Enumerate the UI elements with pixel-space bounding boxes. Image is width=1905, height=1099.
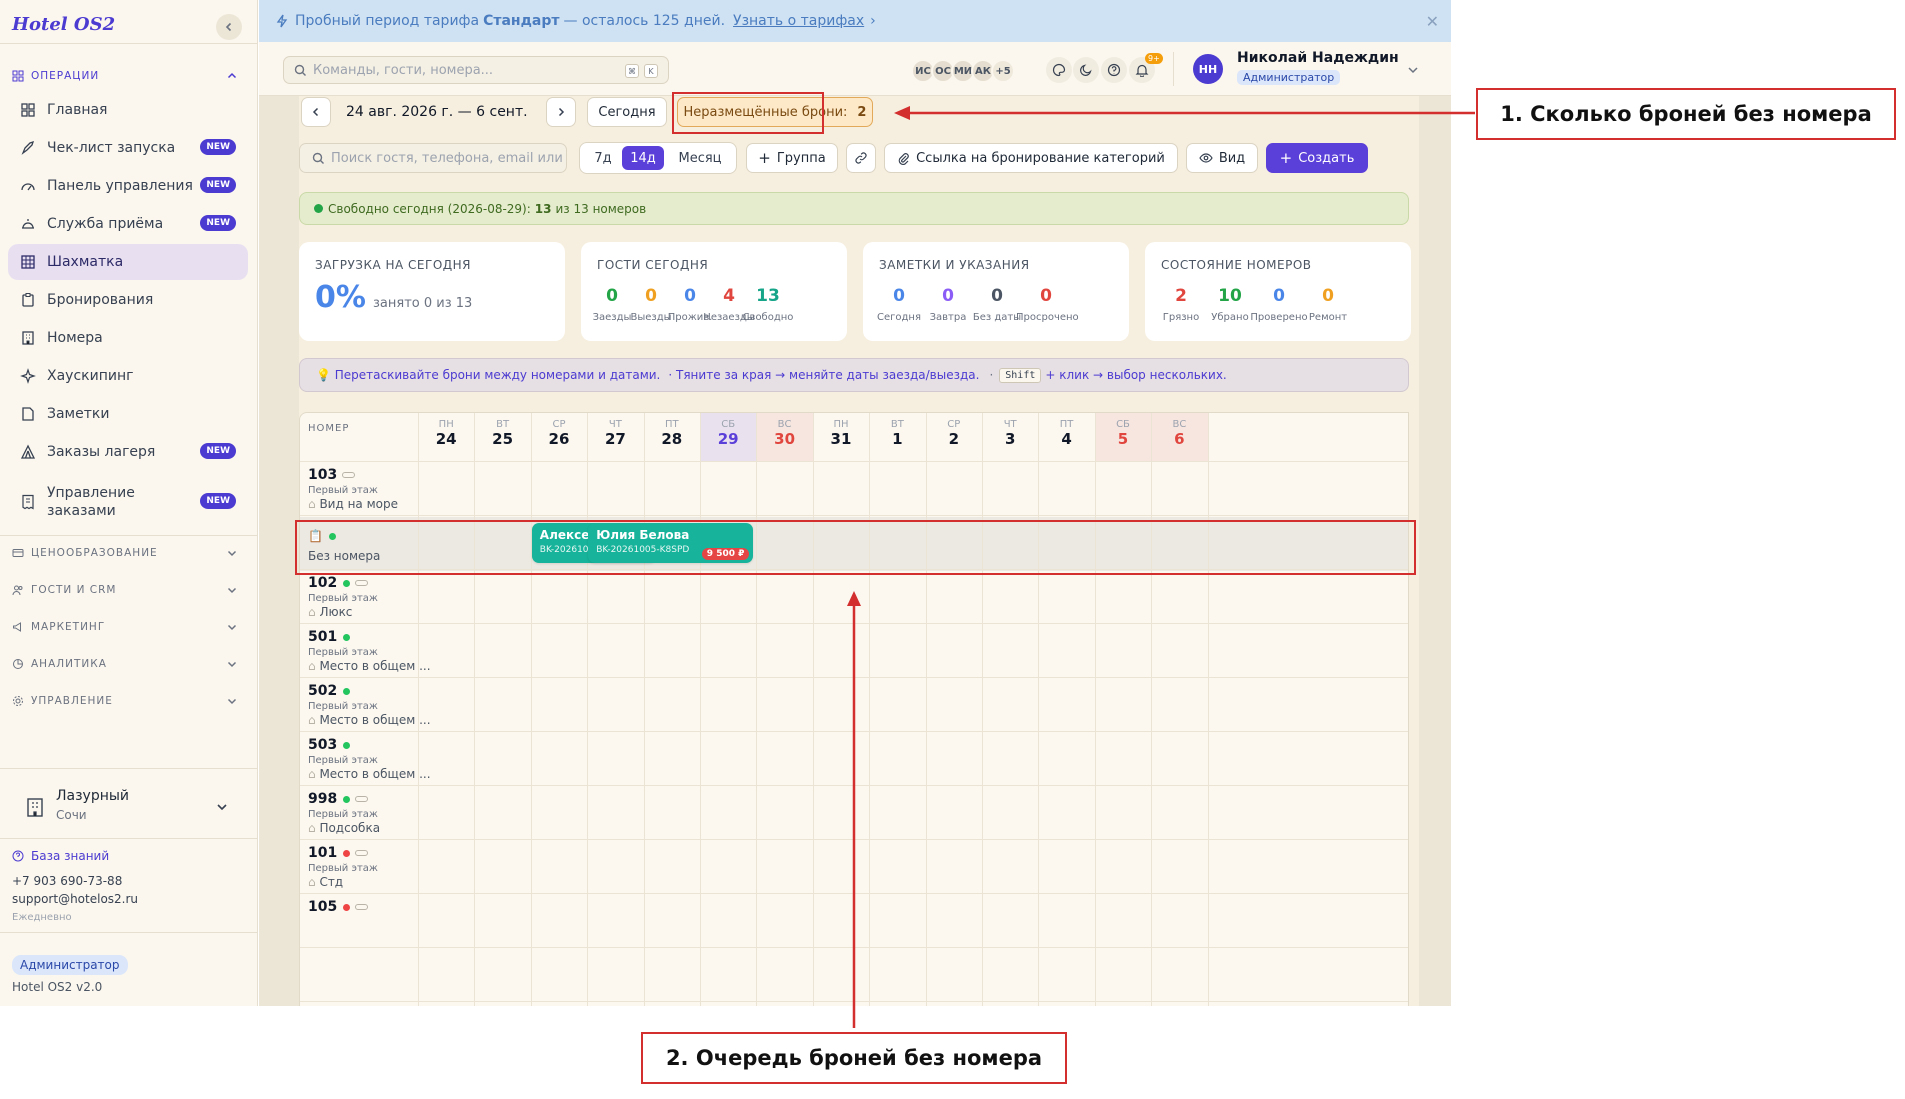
booking-card[interactable]: Юлия Белова BK-20261005-K8SPD 9 500 ₽ xyxy=(588,523,754,563)
callout-unplaced-count: 1. Сколько броней без номера xyxy=(1476,88,1896,140)
booking-code: BK-2026100 xyxy=(539,545,595,555)
booking-code: BK-20261005-K8SPD xyxy=(596,545,690,555)
callout-unassigned-queue: 2. Очередь броней без номера xyxy=(641,1032,1067,1084)
booking-guest-name: Юлия Белова xyxy=(596,528,690,542)
booking-price-badge: 9 500 ₽ xyxy=(701,548,750,560)
annotation-arrows xyxy=(847,106,1475,1028)
